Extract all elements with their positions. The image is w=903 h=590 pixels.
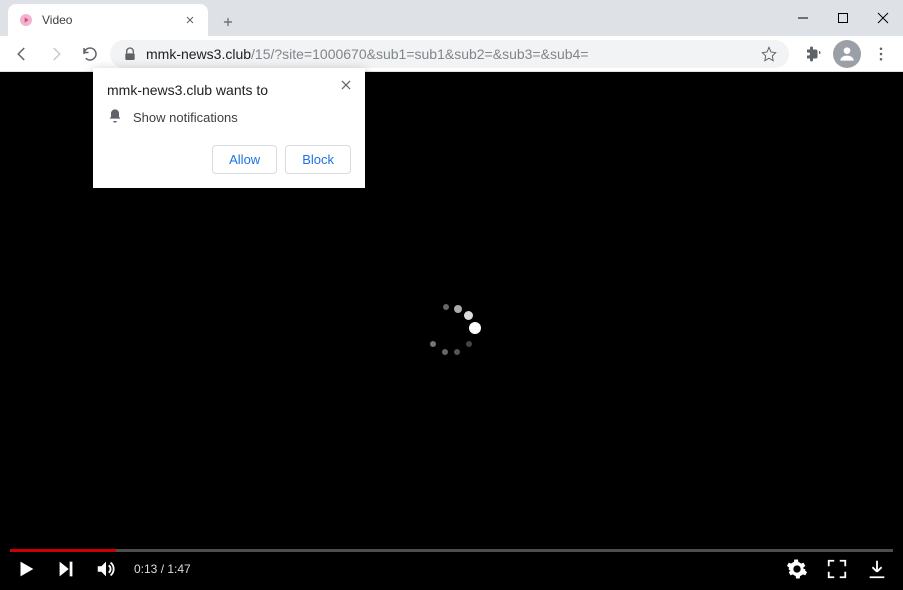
tab-title: Video [42,13,174,27]
permission-close-icon[interactable] [337,76,355,94]
current-time: 0:13 [134,562,157,576]
back-button[interactable] [8,40,36,68]
permission-title: mmk-news3.club wants to [107,82,351,98]
url-path: /15/?site=1000670&sub1=sub1&sub2=&sub3=&… [251,46,588,62]
video-controls: 0:13 / 1:47 [0,548,903,590]
settings-gear-icon[interactable] [785,557,809,581]
forward-button[interactable] [42,40,70,68]
reload-button[interactable] [76,40,104,68]
permission-request-text: Show notifications [133,110,238,125]
download-icon[interactable] [865,557,889,581]
permission-request-row: Show notifications [107,108,351,127]
next-button[interactable] [54,557,78,581]
url-host: mmk-news3.club [146,46,251,62]
tab-strip: Video [0,0,903,36]
menu-icon[interactable] [867,40,895,68]
bell-icon [107,108,123,127]
browser-tab[interactable]: Video [8,4,208,36]
volume-icon[interactable] [94,557,118,581]
close-tab-icon[interactable] [182,12,198,28]
minimize-button[interactable] [783,3,823,33]
video-favicon [18,12,34,28]
bookmark-star-icon[interactable] [761,46,777,62]
close-window-button[interactable] [863,3,903,33]
browser-toolbar: mmk-news3.club/15/?site=1000670&sub1=sub… [0,36,903,72]
block-button[interactable]: Block [285,145,351,174]
permission-popup: mmk-news3.club wants to Show notificatio… [93,68,365,188]
allow-button[interactable]: Allow [212,145,277,174]
window-controls [783,0,903,36]
duration: 1:47 [167,562,190,576]
loading-spinner [422,301,482,361]
permission-verb: wants to [212,82,268,98]
video-time: 0:13 / 1:47 [134,562,191,576]
extensions-icon[interactable] [799,40,827,68]
url-text: mmk-news3.club/15/?site=1000670&sub1=sub… [146,46,753,62]
new-tab-button[interactable] [214,8,242,36]
lock-icon[interactable] [122,46,138,62]
maximize-button[interactable] [823,3,863,33]
profile-avatar-icon[interactable] [833,40,861,68]
play-button[interactable] [14,557,38,581]
fullscreen-icon[interactable] [825,557,849,581]
address-bar[interactable]: mmk-news3.club/15/?site=1000670&sub1=sub… [110,40,789,68]
permission-origin: mmk-news3.club [107,82,212,98]
